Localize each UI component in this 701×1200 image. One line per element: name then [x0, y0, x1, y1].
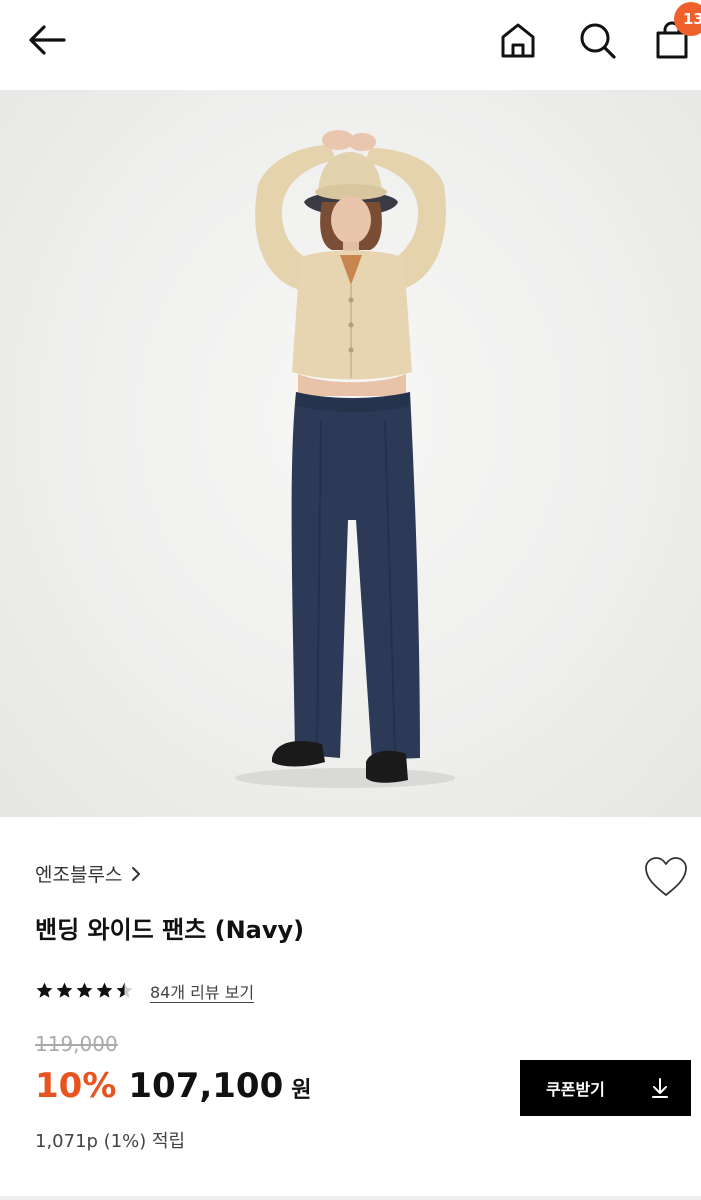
back-button[interactable]	[26, 18, 70, 62]
star-icon	[96, 982, 113, 998]
heart-icon	[645, 857, 687, 896]
model-illustration	[235, 130, 455, 788]
review-link[interactable]: 84개 리뷰 보기	[150, 979, 254, 1003]
star-icon	[76, 982, 93, 998]
brand-name: 엔조블루스	[35, 864, 123, 886]
home-icon	[501, 23, 535, 58]
search-button[interactable]	[575, 18, 619, 62]
star-icon	[36, 982, 53, 998]
home-button[interactable]	[496, 18, 540, 62]
divider	[0, 1196, 701, 1200]
product-title: 밴딩 와이드 팬츠 (Navy)	[35, 916, 305, 944]
product-image[interactable]	[0, 90, 701, 817]
half-star-icon	[116, 982, 133, 998]
discount-percent: 10%	[35, 1066, 117, 1106]
coupon-button-label: 쿠폰받기	[546, 1080, 605, 1099]
search-icon	[580, 23, 616, 59]
top-bar: 13	[0, 0, 701, 90]
rating-stars	[35, 981, 134, 1000]
wishlist-button[interactable]	[642, 853, 690, 901]
points-info: 1,071p (1%) 적립	[35, 1131, 186, 1152]
original-price: 119,000	[35, 1032, 118, 1056]
currency-label: 원	[291, 1078, 312, 1103]
star-icon	[56, 982, 73, 998]
download-icon	[652, 1078, 668, 1098]
chevron-right-icon	[132, 866, 141, 881]
cart-count-badge: 13	[674, 2, 701, 36]
back-arrow-icon	[29, 25, 66, 55]
sale-price: 107,100	[128, 1066, 284, 1106]
brand-link[interactable]: 엔조블루스	[35, 860, 142, 887]
coupon-download-button[interactable]: 쿠폰받기	[520, 1060, 691, 1116]
price-row: 10% 107,100 원	[35, 1066, 312, 1106]
